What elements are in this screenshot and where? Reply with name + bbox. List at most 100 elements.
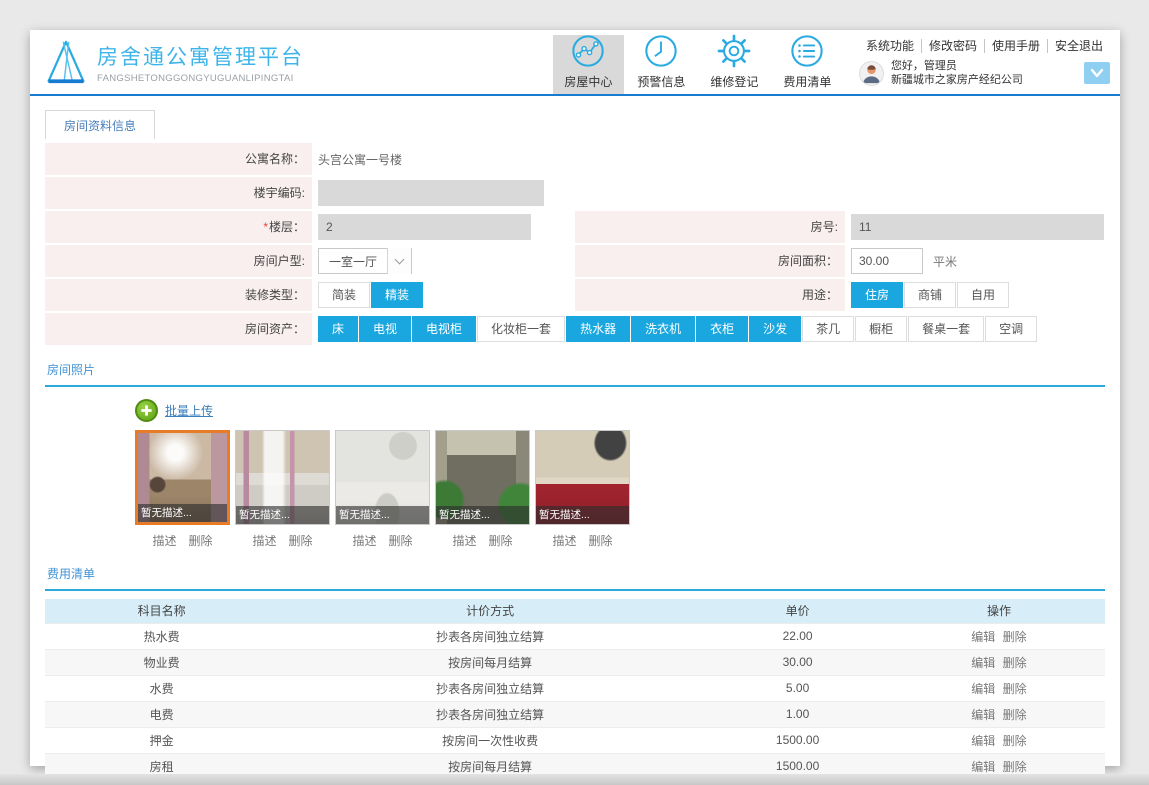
tab-room-info[interactable]: 房间资料信息: [45, 110, 156, 139]
photos-section-title: 房间照片: [45, 355, 1105, 387]
nav-item-fee-list[interactable]: 费用清单: [772, 35, 843, 94]
link-safe-logout[interactable]: 安全退出: [1046, 38, 1110, 53]
table-row: 押金 按房间一次性收费 1500.00 编辑 删除: [45, 726, 1105, 753]
edit-link[interactable]: 编辑: [969, 708, 997, 722]
link-change-password[interactable]: 修改密码: [920, 38, 984, 53]
room-type-select[interactable]: 一室一厅: [318, 248, 413, 274]
asset-tea-table[interactable]: 茶几: [802, 316, 855, 342]
edit-link[interactable]: 编辑: [969, 734, 997, 748]
delete-link[interactable]: 删除: [1001, 734, 1029, 748]
chevron-down-icon: [1089, 67, 1105, 79]
photo-card-kitchen: 暂无描述... 描述 删除: [535, 430, 630, 549]
edit-link[interactable]: 编辑: [969, 760, 997, 774]
delete-link[interactable]: 删除: [1001, 682, 1029, 696]
decoration-toggle-group: 简装 精装: [318, 282, 424, 308]
link-system-functions[interactable]: 系统功能: [859, 39, 921, 53]
photo-describe-link[interactable]: 描述: [152, 532, 176, 549]
apartment-name-value: 头宫公寓一号楼: [312, 143, 1105, 175]
user-greeting: 您好，管理员: [890, 59, 957, 72]
user-company: 新疆城市之家房产经纪公司: [890, 74, 1023, 86]
main-nav: 房屋中心 预警信息 维修登记 费用清单: [551, 32, 843, 94]
photo-delete-link[interactable]: 删除: [189, 532, 213, 549]
photo-card-living-room: 暂无描述... 描述 删除: [135, 430, 230, 549]
photo-caption: 暂无描述...: [536, 506, 629, 524]
delete-link[interactable]: 删除: [1001, 630, 1029, 644]
delete-link[interactable]: 删除: [1001, 760, 1029, 774]
photo-thumbnail[interactable]: 暂无描述...: [435, 430, 530, 525]
asset-dresser-set[interactable]: 化妆柜一套: [477, 316, 566, 342]
edit-link[interactable]: 编辑: [969, 630, 997, 644]
table-row: 电费 抄表各房间独立结算 1.00 编辑 删除: [45, 700, 1105, 727]
photo-describe-link[interactable]: 描述: [452, 532, 476, 549]
photo-thumbnail[interactable]: 暂无描述...: [135, 430, 230, 525]
required-mark: *: [263, 220, 268, 234]
assets-toggle-group: 床 电视 电视柜 化妆柜一套 热水器 洗衣机 衣柜 沙发 茶几 橱柜 餐桌一套 …: [318, 316, 1038, 342]
asset-sofa[interactable]: 沙发: [749, 316, 802, 342]
asset-wardrobe[interactable]: 衣柜: [696, 316, 749, 342]
nav-label: 维修登记: [710, 75, 759, 89]
area-field[interactable]: [851, 248, 923, 274]
asset-cupboard[interactable]: 橱柜: [855, 316, 908, 342]
photo-describe-link[interactable]: 描述: [552, 532, 576, 549]
area-label: 房间面积：: [575, 245, 845, 277]
room-no-label: 房号:: [575, 211, 845, 243]
room-type-label: 房间户型:: [45, 245, 312, 277]
edit-link[interactable]: 编辑: [969, 682, 997, 696]
decoration-option-fine[interactable]: 精装: [371, 282, 424, 308]
decoration-option-simple[interactable]: 简装: [318, 282, 371, 308]
asset-washing-machine[interactable]: 洗衣机: [631, 316, 696, 342]
usage-option-residence[interactable]: 住房: [851, 282, 904, 308]
tab-bar: 房间资料信息: [45, 110, 1105, 139]
asset-tv[interactable]: 电视: [359, 316, 412, 342]
fee-method: 按房间一次性收费: [278, 726, 703, 753]
app-header: 房舍通公寓管理平台 FANGSHETONGGONGYUGUANLIPINGTAI: [30, 30, 1120, 96]
batch-upload-link[interactable]: 批量上传: [165, 402, 213, 419]
nav-label: 房屋中心: [564, 75, 613, 89]
fee-price: 1.00: [702, 700, 893, 727]
photo-delete-link[interactable]: 删除: [289, 532, 313, 549]
table-row: 热水费 抄表各房间独立结算 22.00 编辑 删除: [45, 622, 1105, 649]
nav-item-house-center[interactable]: 房屋中心: [552, 32, 624, 94]
photo-delete-link[interactable]: 删除: [389, 532, 413, 549]
asset-tv-cabinet[interactable]: 电视柜: [412, 316, 477, 342]
header-dropdown-button[interactable]: [1084, 62, 1110, 84]
photo-thumbnail[interactable]: 暂无描述...: [235, 430, 330, 525]
photo-caption: 暂无描述...: [236, 506, 329, 524]
usage-option-self-use[interactable]: 自用: [957, 282, 1010, 308]
apartment-name-label: 公寓名称：: [45, 143, 312, 175]
nav-item-warning-info[interactable]: 预警信息: [626, 35, 697, 94]
usage-option-shop[interactable]: 商铺: [904, 282, 957, 308]
edit-link[interactable]: 编辑: [969, 656, 997, 670]
asset-dining-set[interactable]: 餐桌一套: [908, 316, 985, 342]
photo-describe-link[interactable]: 描述: [252, 532, 276, 549]
delete-link[interactable]: 删除: [1001, 708, 1029, 722]
asset-air-conditioner[interactable]: 空调: [985, 316, 1038, 342]
app-title: 房舍通公寓管理平台: [97, 45, 304, 69]
asset-bed[interactable]: 床: [318, 316, 359, 342]
fee-name: 热水费: [45, 622, 279, 649]
graph-nodes-icon: [569, 32, 607, 70]
photo-thumbnail[interactable]: 暂无描述...: [535, 430, 630, 525]
main-window: 房舍通公寓管理平台 FANGSHETONGGONGYUGUANLIPINGTAI: [30, 30, 1120, 779]
photo-describe-link[interactable]: 描述: [352, 532, 376, 549]
window-bottom-edge: [0, 774, 1149, 785]
photo-delete-link[interactable]: 删除: [489, 532, 513, 549]
gear-icon: [715, 32, 753, 70]
fee-name: 水费: [45, 674, 279, 701]
photo-card-bathroom: 暂无描述... 描述 删除: [335, 430, 430, 549]
col-header-pricing-method: 计价方式: [278, 599, 703, 623]
photo-caption: 暂无描述...: [436, 506, 529, 524]
asset-water-heater[interactable]: 热水器: [566, 316, 631, 342]
fee-price: 5.00: [702, 674, 893, 701]
fee-table-header-row: 科目名称 计价方式 单价 操作: [45, 599, 1105, 623]
fee-price: 30.00: [702, 648, 893, 675]
room-info-form: 公寓名称： 头宫公寓一号楼 楼宇编码: *楼层： 房号: 房间户型: 一室一厅 …: [45, 143, 1105, 345]
photo-delete-link[interactable]: 删除: [589, 532, 613, 549]
nav-item-repair-register[interactable]: 维修登记: [699, 32, 770, 94]
photo-thumbnail[interactable]: 暂无描述...: [335, 430, 430, 525]
link-user-manual[interactable]: 使用手册: [983, 38, 1047, 53]
fee-method: 抄表各房间独立结算: [278, 700, 703, 727]
batch-upload-plus-icon[interactable]: [135, 399, 158, 422]
floor-field: [318, 214, 531, 240]
delete-link[interactable]: 删除: [1001, 656, 1029, 670]
